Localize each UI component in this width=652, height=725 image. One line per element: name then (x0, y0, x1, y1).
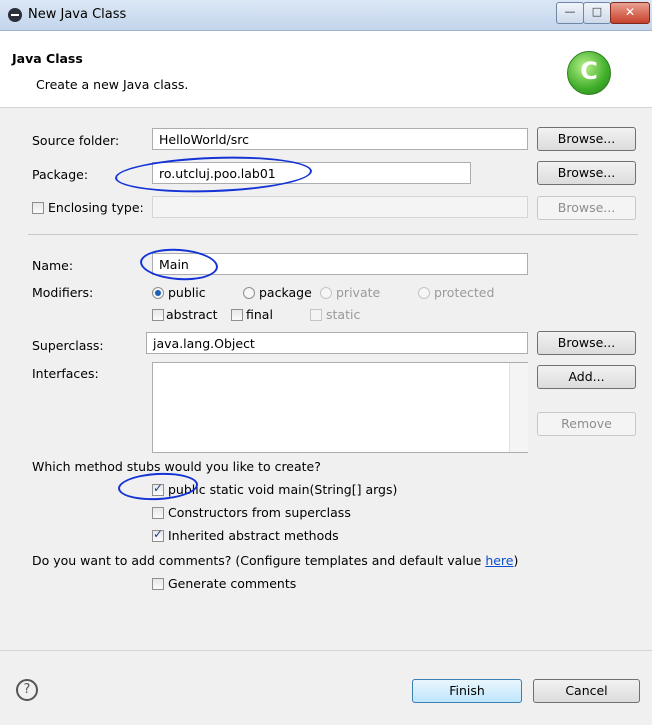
method-stubs-question: Which method stubs would you like to cre… (32, 459, 321, 474)
help-icon[interactable]: ? (16, 679, 38, 701)
interfaces-label: Interfaces: (32, 366, 99, 381)
stub-constructors-label: Constructors from superclass (168, 505, 351, 520)
modifier-abstract-checkbox[interactable] (152, 309, 164, 321)
superclass-label: Superclass: (32, 338, 104, 353)
source-folder-browse-button[interactable]: Browse... (537, 127, 636, 151)
modifier-public-label: public (168, 285, 206, 300)
superclass-browse-button[interactable]: Browse... (537, 331, 636, 355)
enclosing-type-browse-button: Browse... (537, 196, 636, 220)
eclipse-app-icon (8, 8, 22, 22)
source-folder-input[interactable]: HelloWorld/src (152, 128, 528, 150)
generate-comments-checkbox[interactable] (152, 578, 164, 590)
modifier-abstract-label: abstract (166, 307, 218, 322)
stub-inherited-label: Inherited abstract methods (168, 528, 339, 543)
stub-inherited-checkbox[interactable] (152, 527, 164, 542)
maximize-icon: □ (591, 5, 603, 18)
comments-question: Do you want to add comments? (Configure … (32, 553, 519, 568)
modifier-final-checkbox[interactable] (231, 309, 243, 321)
superclass-input[interactable]: java.lang.Object (146, 332, 528, 354)
wizard-description: Create a new Java class. (36, 77, 189, 92)
finish-button[interactable]: Finish (412, 679, 522, 703)
interfaces-add-button[interactable]: Add... (537, 365, 636, 389)
separator (28, 234, 638, 235)
modifier-package-label: package (259, 285, 312, 300)
close-icon: ✕ (624, 5, 636, 19)
minimize-button[interactable]: — (556, 2, 584, 24)
package-browse-button[interactable]: Browse... (537, 161, 636, 185)
interfaces-list[interactable] (152, 362, 528, 453)
modifier-static-label: static (326, 307, 361, 322)
modifier-private-label: private (336, 285, 381, 300)
modifier-final-label: final (246, 307, 273, 322)
modifier-private-radio (320, 287, 332, 299)
enclosing-type-input (152, 196, 528, 218)
close-button[interactable]: ✕ (610, 2, 650, 24)
generate-comments-label: Generate comments (168, 576, 297, 591)
configure-templates-link[interactable]: here (485, 553, 513, 568)
window-title: New Java Class (28, 7, 127, 22)
wizard-header (0, 31, 652, 108)
stub-constructors-checkbox[interactable] (152, 507, 164, 519)
wizard-title: Java Class (12, 51, 83, 66)
minimize-icon: — (564, 5, 576, 18)
enclosing-type-label: Enclosing type: (48, 200, 144, 215)
source-folder-label: Source folder: (32, 133, 120, 148)
modifier-public-radio[interactable] (152, 287, 164, 299)
maximize-button[interactable]: □ (583, 2, 611, 24)
modifier-protected-radio (418, 287, 430, 299)
stub-main-label: public static void main(String[] args) (168, 482, 398, 497)
modifier-package-radio[interactable] (243, 287, 255, 299)
interfaces-remove-button: Remove (537, 412, 636, 436)
cancel-button[interactable]: Cancel (533, 679, 640, 703)
package-label: Package: (32, 167, 89, 182)
name-label: Name: (32, 258, 74, 273)
modifier-static-checkbox (310, 309, 322, 321)
modifiers-label: Modifiers: (32, 285, 94, 300)
enclosing-type-checkbox[interactable] (32, 202, 44, 214)
interfaces-scrollbar[interactable] (509, 363, 528, 452)
modifier-protected-label: protected (434, 285, 495, 300)
class-wizard-icon: C (567, 51, 611, 95)
